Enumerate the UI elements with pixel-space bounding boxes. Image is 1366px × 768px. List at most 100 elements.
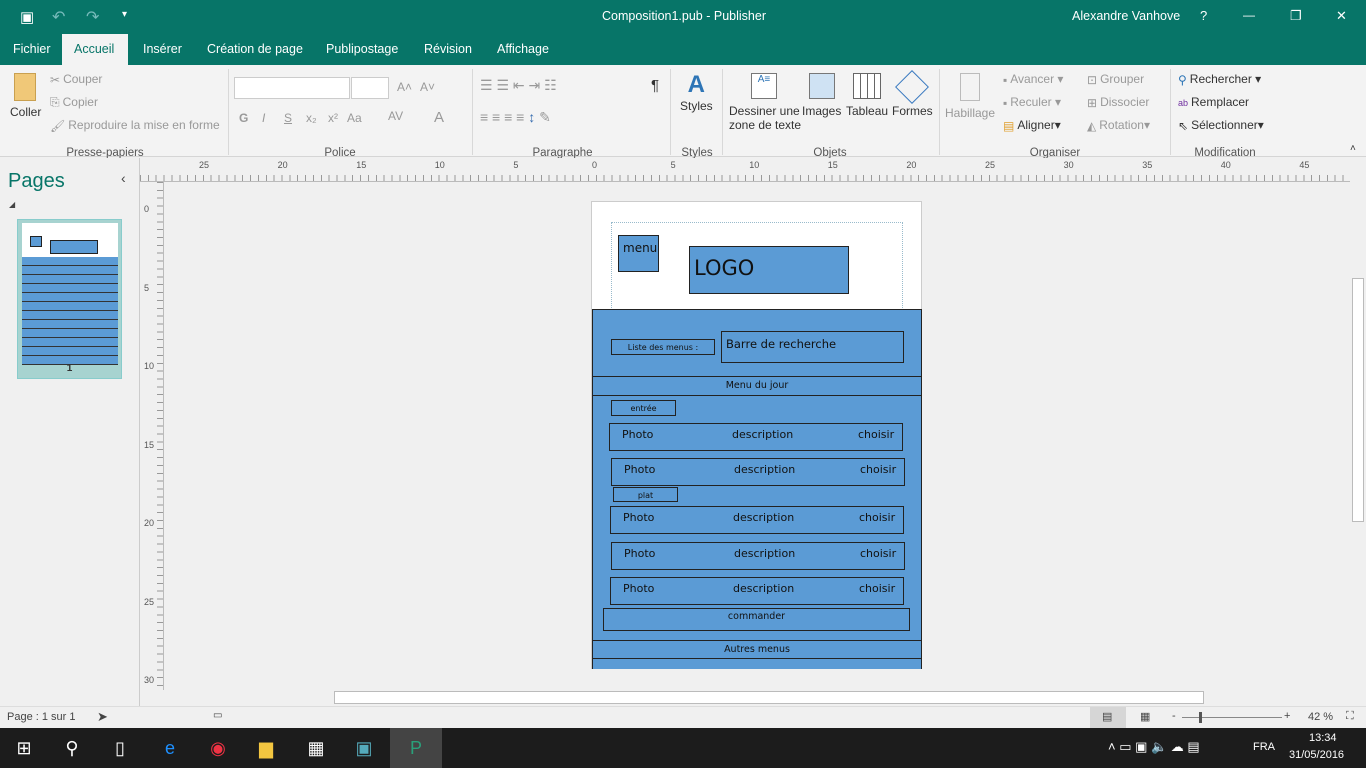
dish-row[interactable]: Photo description choisir — [610, 506, 904, 534]
dish-row[interactable]: Photo description choisir — [609, 423, 903, 451]
choose-button[interactable]: choisir — [859, 511, 895, 524]
choose-button[interactable]: choisir — [858, 428, 894, 441]
rotate-button[interactable]: ◭ Rotation▾ — [1087, 118, 1150, 133]
change-case-button[interactable]: Aa — [347, 111, 362, 125]
redo-icon[interactable]: ↷ — [86, 7, 99, 27]
bring-forward-button[interactable]: ▪ Avancer ▾ — [1003, 72, 1063, 87]
publisher-taskbar-button[interactable]: P — [390, 728, 442, 768]
choose-button[interactable]: choisir — [860, 463, 896, 476]
search-taskbar-button[interactable]: ⚲ — [48, 728, 96, 768]
collapse-pane-icon[interactable]: ‹ — [121, 170, 126, 186]
font-color-button[interactable]: A — [434, 109, 444, 126]
font-name-input[interactable] — [234, 77, 350, 99]
find-button[interactable]: ⚲ Rechercher ▾ — [1178, 72, 1261, 87]
font-size-input[interactable] — [351, 77, 389, 99]
horizontal-scroll-thumb[interactable] — [334, 691, 1204, 704]
tab-accueil[interactable]: Accueil — [62, 34, 128, 65]
pilcrow-button[interactable]: ¶ — [651, 77, 659, 94]
menu-box[interactable]: menu — [618, 235, 659, 272]
wrap-text-button[interactable]: Habillage — [945, 73, 995, 120]
single-page-view-button[interactable]: ▤ — [1090, 707, 1126, 728]
send-backward-button[interactable]: ▪ Reculer ▾ — [1003, 95, 1061, 110]
task-view-button[interactable]: ▯ — [96, 728, 144, 768]
calculator-button[interactable]: ▦ — [292, 728, 340, 768]
choose-button[interactable]: choisir — [860, 547, 896, 560]
tab-fichier[interactable]: Fichier — [1, 34, 63, 65]
vertical-scroll-thumb[interactable] — [1352, 278, 1364, 522]
vertical-ruler[interactable] — [140, 182, 164, 690]
align-buttons[interactable]: ≡ ≡ ≡ ≡ ↕ ✎ — [480, 109, 551, 126]
vertical-scrollbar[interactable] — [1350, 158, 1366, 690]
dish-row[interactable]: Photo description choisir — [611, 542, 905, 570]
bullets-button[interactable]: ☰ ☰ ⇤ ⇥ ☷ — [480, 77, 557, 94]
search-bar[interactable]: Barre de recherche — [721, 331, 904, 363]
copy-button[interactable]: ⎘ Copier — [50, 95, 98, 110]
select-button[interactable]: ⇖ Sélectionner▾ — [1178, 118, 1264, 133]
page-indicator[interactable]: Page : 1 sur 1 — [7, 711, 76, 723]
tab-affichage[interactable]: Affichage — [485, 34, 561, 65]
file-explorer-button[interactable]: ▆ — [242, 728, 290, 768]
two-page-view-button[interactable]: ▦ — [1140, 710, 1150, 723]
zoom-out-button[interactable]: - — [1172, 710, 1176, 722]
user-name[interactable]: Alexandre Vanhove — [1072, 9, 1180, 23]
tab-revision[interactable]: Révision — [412, 34, 484, 65]
save-icon[interactable]: ▣ — [20, 8, 34, 26]
minimize-button[interactable]: — — [1243, 8, 1255, 22]
menu-list-label[interactable]: Liste des menus : — [611, 339, 715, 355]
zoom-slider-thumb[interactable] — [1198, 712, 1202, 723]
start-button[interactable]: ⊞ — [0, 728, 48, 768]
align-button[interactable]: ▤ Aligner▾ — [1003, 118, 1061, 133]
paste-button[interactable]: Coller — [10, 73, 41, 119]
customize-qat-button[interactable]: ▾ — [122, 9, 127, 20]
page-thumbnail-1[interactable]: 1 — [17, 219, 122, 379]
styles-button[interactable]: A Styles — [680, 71, 713, 113]
subscript-button[interactable]: x₂ — [306, 111, 317, 125]
shapes-button[interactable]: Formes — [892, 70, 933, 118]
undo-icon[interactable]: ↶ — [52, 7, 65, 27]
bold-button[interactable]: G — [239, 111, 248, 125]
dish-row[interactable]: Photo description choisir — [610, 577, 904, 605]
help-button[interactable]: ? — [1200, 8, 1207, 23]
shrink-font-button[interactable]: A˅ — [420, 80, 435, 94]
underline-button[interactable]: S — [284, 111, 292, 125]
superscript-button[interactable]: x² — [328, 111, 338, 125]
tab-publipostage[interactable]: Publipostage — [314, 34, 410, 65]
logo-box[interactable]: LOGO — [689, 246, 849, 294]
table-button[interactable]: Tableau — [846, 73, 888, 118]
draw-textbox-button[interactable]: A≡ Dessiner une zone de texte — [729, 73, 801, 132]
zoom-slider[interactable] — [1182, 717, 1282, 718]
collapse-ribbon-icon[interactable]: ˄ — [1350, 143, 1356, 154]
images-button[interactable]: Images — [802, 73, 841, 118]
horizontal-ruler[interactable] — [140, 158, 1350, 182]
tab-creation-de-page[interactable]: Création de page — [195, 34, 315, 65]
italic-button[interactable]: I — [262, 111, 265, 125]
plat-label[interactable]: plat — [613, 487, 678, 502]
zoom-in-button[interactable]: + — [1284, 710, 1290, 722]
menu-of-day-bar[interactable]: Menu du jour — [592, 376, 922, 396]
group-button[interactable]: ⊡ Grouper — [1087, 72, 1144, 87]
grow-font-button[interactable]: A˄ — [397, 80, 412, 94]
choose-button[interactable]: choisir — [859, 582, 895, 595]
clock-time[interactable]: 13:34 — [1309, 732, 1337, 744]
replace-button[interactable]: ab Remplacer — [1178, 95, 1249, 109]
zoom-level[interactable]: 42 % — [1308, 711, 1333, 723]
fit-page-icon[interactable]: ⛶ — [1346, 710, 1354, 723]
tab-inserer[interactable]: Insérer — [131, 34, 194, 65]
other-menus-bar[interactable]: Autres menus — [592, 640, 922, 659]
horizontal-scrollbar[interactable] — [140, 690, 1350, 706]
dish-row[interactable]: Photo description choisir — [611, 458, 905, 486]
edge-button[interactable]: e — [146, 728, 194, 768]
entree-label[interactable]: entrée — [611, 400, 676, 416]
close-button[interactable]: ✕ — [1336, 8, 1347, 24]
app-button[interactable]: ▣ — [340, 728, 388, 768]
clock-date[interactable]: 31/05/2016 — [1289, 749, 1344, 761]
restore-button[interactable]: ❐ — [1290, 8, 1302, 24]
tray-icons[interactable]: ˄ ▭ ▣ 🔈 ☁ ▤ — [1108, 739, 1200, 755]
chrome-button[interactable]: ◉ — [194, 728, 242, 768]
language-indicator[interactable]: FRA — [1253, 741, 1275, 753]
cut-button[interactable]: ✂ Couper — [50, 72, 102, 87]
ungroup-button[interactable]: ⊞ Dissocier — [1087, 95, 1149, 110]
character-spacing-button[interactable]: AV — [388, 109, 403, 123]
order-button[interactable]: commander — [603, 608, 910, 631]
publication-page[interactable]: menu LOGO Liste des menus : Barre de rec… — [591, 201, 922, 669]
